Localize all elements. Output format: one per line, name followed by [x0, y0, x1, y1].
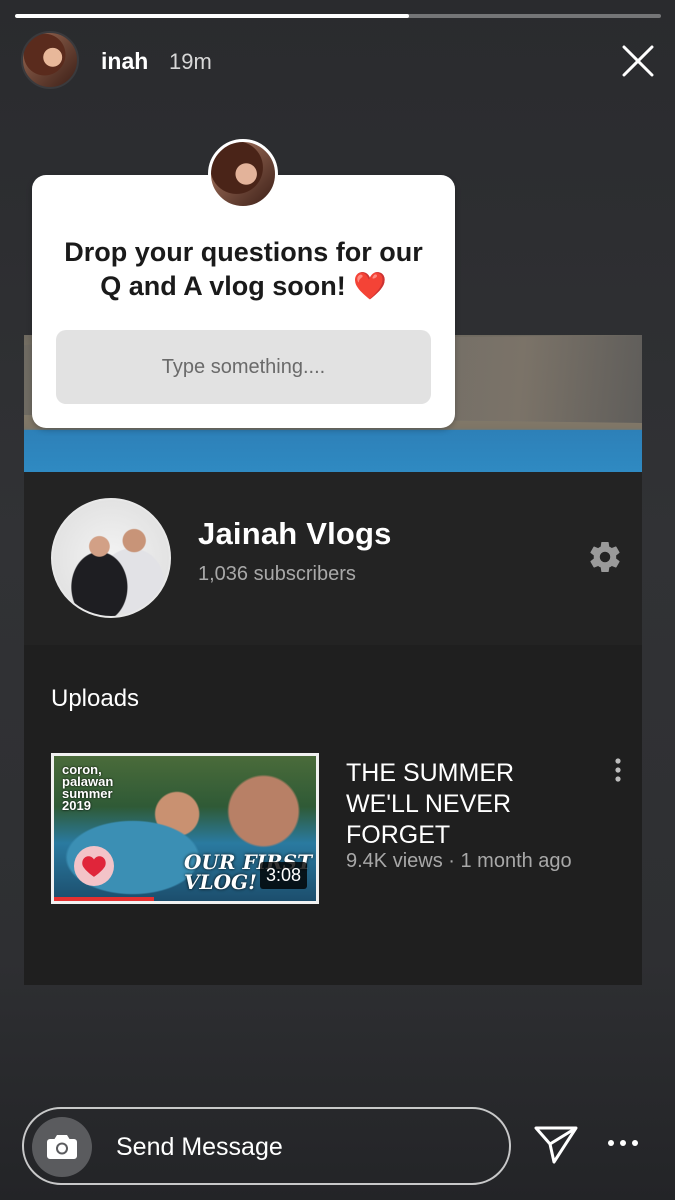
video-title[interactable]: THE SUMMER WE'LL NEVER FORGET [346, 758, 586, 851]
username[interactable]: inah [101, 48, 148, 75]
story-progress-fill [15, 14, 410, 18]
camera-button[interactable] [32, 1117, 92, 1177]
camera-icon [47, 1135, 77, 1159]
channel-avatar[interactable] [51, 498, 171, 618]
thumbnail-caption: coron, palawan summer 2019 [62, 762, 114, 813]
heart-icon [74, 846, 114, 886]
more-vertical-icon [615, 758, 621, 782]
paper-plane-icon [534, 1126, 578, 1164]
question-prompt: Drop your questions for our Q and A vlog… [64, 237, 423, 301]
video-meta: 9.4K views · 1 month ago [346, 850, 572, 872]
story-progress-bar [15, 14, 661, 18]
share-button[interactable] [532, 1122, 580, 1166]
close-icon [622, 45, 654, 77]
video-options-button[interactable] [610, 756, 626, 786]
gear-icon [590, 542, 620, 573]
story-timestamp: 19m [169, 49, 212, 74]
question-input[interactable] [56, 330, 431, 404]
question-sticker[interactable]: Drop your questions for our Q and A vlog… [32, 175, 455, 428]
sticker-avatar [208, 139, 278, 209]
watch-progress-bar [54, 897, 154, 901]
send-message-field[interactable]: Send Message [22, 1107, 511, 1185]
send-message-label: Send Message [116, 1133, 283, 1161]
more-options-button[interactable] [606, 1136, 640, 1150]
youtube-channel-card: Jainah Vlogs 1,036 subscribers Uploads c… [24, 335, 642, 985]
user-avatar[interactable] [21, 31, 79, 89]
settings-button[interactable] [587, 539, 623, 575]
uploads-section: Uploads coron, palawan summer 2019 OUR F… [24, 645, 642, 985]
video-thumbnail[interactable]: coron, palawan summer 2019 OUR FIRST VLO… [51, 753, 319, 904]
close-button[interactable] [616, 39, 660, 83]
story-viewer: inah 19m Jainah Vlogs 1,036 subscribers … [0, 0, 675, 1200]
subscriber-count: 1,036 subscribers [198, 563, 356, 585]
more-horizontal-icon [608, 1140, 638, 1146]
channel-header: Jainah Vlogs 1,036 subscribers [24, 472, 642, 645]
channel-name: Jainah Vlogs [198, 516, 392, 551]
video-duration: 3:08 [260, 862, 308, 889]
uploads-heading: Uploads [51, 685, 140, 712]
